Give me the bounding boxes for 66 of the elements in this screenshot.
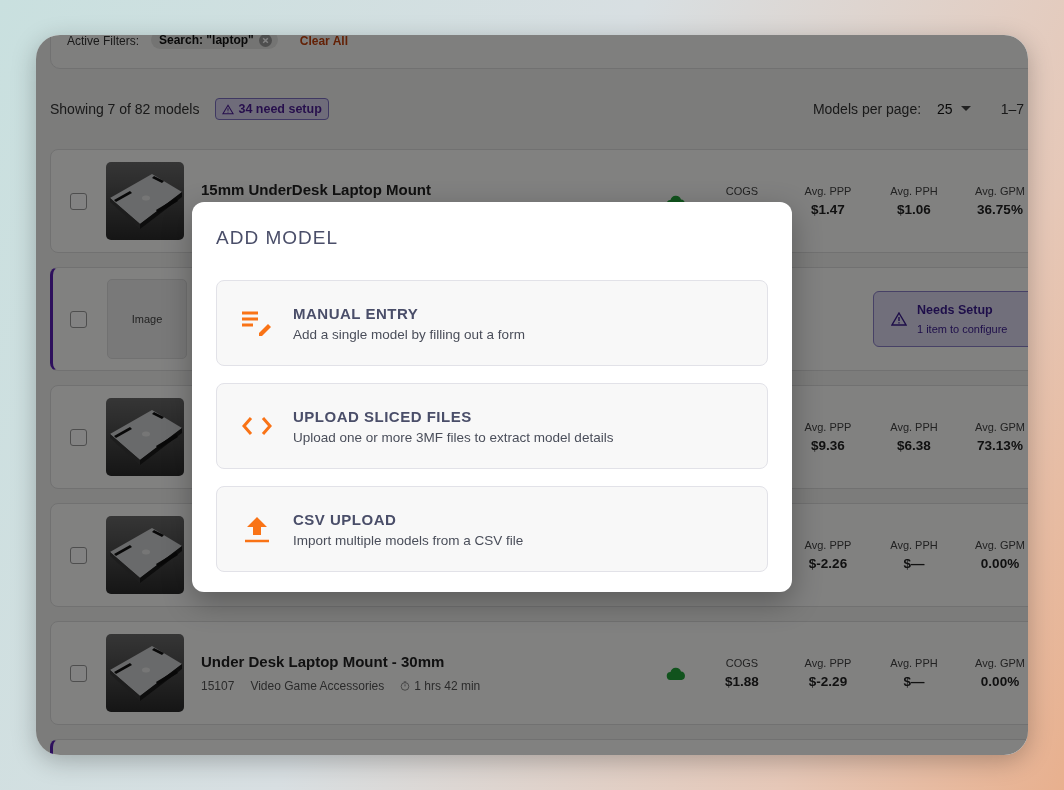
- needs-setup-detail: 1 item to configure: [917, 323, 1008, 335]
- stat-label: Avg. GPM: [975, 657, 1025, 669]
- stat-label: Avg. GPM: [975, 185, 1025, 197]
- clear-all-link[interactable]: Clear All: [299, 35, 348, 48]
- option-description: Upload one or more 3MF files to extract model details: [293, 429, 614, 445]
- filter-label: Active Filters:: [67, 35, 139, 48]
- option-title: UPLOAD SLICED FILES: [293, 407, 473, 425]
- stat-value: $1.06: [897, 202, 931, 217]
- stat-label: Avg. PPH: [890, 421, 938, 433]
- option-card[interactable]: CSV UPLOAD Import multiple models from a CSV file: [216, 486, 768, 572]
- stat-value: $-2.26: [808, 556, 848, 571]
- model-title[interactable]: Under Desk Laptop Mount - 30mm: [201, 653, 666, 670]
- stat-label: Avg. PPH: [890, 539, 938, 551]
- stat-label: Avg. PPH: [890, 185, 938, 197]
- print-time: 1 hrs 42 min: [414, 678, 481, 693]
- per-page-label: Models per page:: [812, 101, 922, 117]
- stat-label: Avg. PPH: [890, 657, 938, 669]
- stat-value: 0.00%: [980, 556, 1020, 571]
- option-title: CSV UPLOAD: [293, 510, 398, 528]
- checkbox[interactable]: [70, 546, 87, 564]
- setup-count: 34 need setup: [238, 102, 322, 116]
- filter-chip[interactable]: Search: "laptop": [151, 35, 278, 49]
- caret-icon: [960, 106, 971, 112]
- stat-label: Avg. PPP: [804, 421, 852, 433]
- edit-list-icon: [241, 309, 273, 337]
- option-card[interactable]: MANUAL ENTRY Add a single model by filling out a form: [216, 280, 768, 366]
- checkbox[interactable]: [70, 664, 87, 682]
- stat-value: $1.88: [725, 674, 759, 689]
- stat-label: Avg. PPP: [804, 539, 852, 551]
- stat-value: $1.47: [811, 202, 845, 217]
- page-range: 1–7: [1000, 101, 1024, 117]
- stat-value: 0.00%: [980, 674, 1020, 689]
- stat-label: Avg. PPP: [804, 185, 852, 197]
- results-count: Showing 7 of 82 models: [50, 101, 200, 117]
- model-title[interactable]: 15mm UnderDesk Laptop Mount: [201, 181, 666, 198]
- stat-label: Avg. GPM: [975, 539, 1025, 551]
- stat-value: $6.38: [897, 438, 931, 453]
- option-description: Import multiple models from a CSV file: [293, 532, 524, 548]
- placeholder-label: Image: [131, 313, 163, 325]
- stat-value: $9.36: [811, 438, 845, 453]
- dialog-title: ADD MODEL: [216, 227, 339, 249]
- close-icon[interactable]: [258, 35, 272, 47]
- timer-icon: [400, 680, 411, 691]
- stat-value: $—: [903, 556, 925, 571]
- model-meta: 15107: [201, 678, 235, 693]
- stat-label: Avg. PPP: [804, 657, 852, 669]
- needs-setup-title: Needs Setup: [917, 303, 994, 317]
- option-title: MANUAL ENTRY: [293, 304, 420, 322]
- warning-icon: [222, 103, 235, 115]
- stat-label: COGS: [725, 657, 759, 669]
- needs-setup-badge[interactable]: Needs Setup 1 item to configure: [873, 291, 1028, 347]
- stat-value: $—: [903, 674, 925, 689]
- stat-value: $-2.29: [808, 674, 848, 689]
- stat-value: 36.75%: [977, 202, 1023, 217]
- checkbox[interactable]: [70, 192, 87, 210]
- warning-icon: [891, 312, 907, 326]
- checkbox[interactable]: [70, 428, 87, 446]
- stat-value: 73.13%: [977, 438, 1023, 453]
- option-card[interactable]: UPLOAD SLICED FILES Upload one or more 3MF files to extract model details: [216, 383, 768, 469]
- stat-label: COGS: [725, 185, 759, 197]
- option-description: Add a single model by filling out a form: [293, 326, 525, 342]
- model-meta: Video Game Accessories: [250, 678, 385, 693]
- checkbox[interactable]: [70, 310, 87, 328]
- stat-label: Avg. GPM: [975, 421, 1025, 433]
- per-page-select[interactable]: 25: [937, 101, 971, 117]
- setup-badge[interactable]: 34 need setup: [215, 98, 329, 120]
